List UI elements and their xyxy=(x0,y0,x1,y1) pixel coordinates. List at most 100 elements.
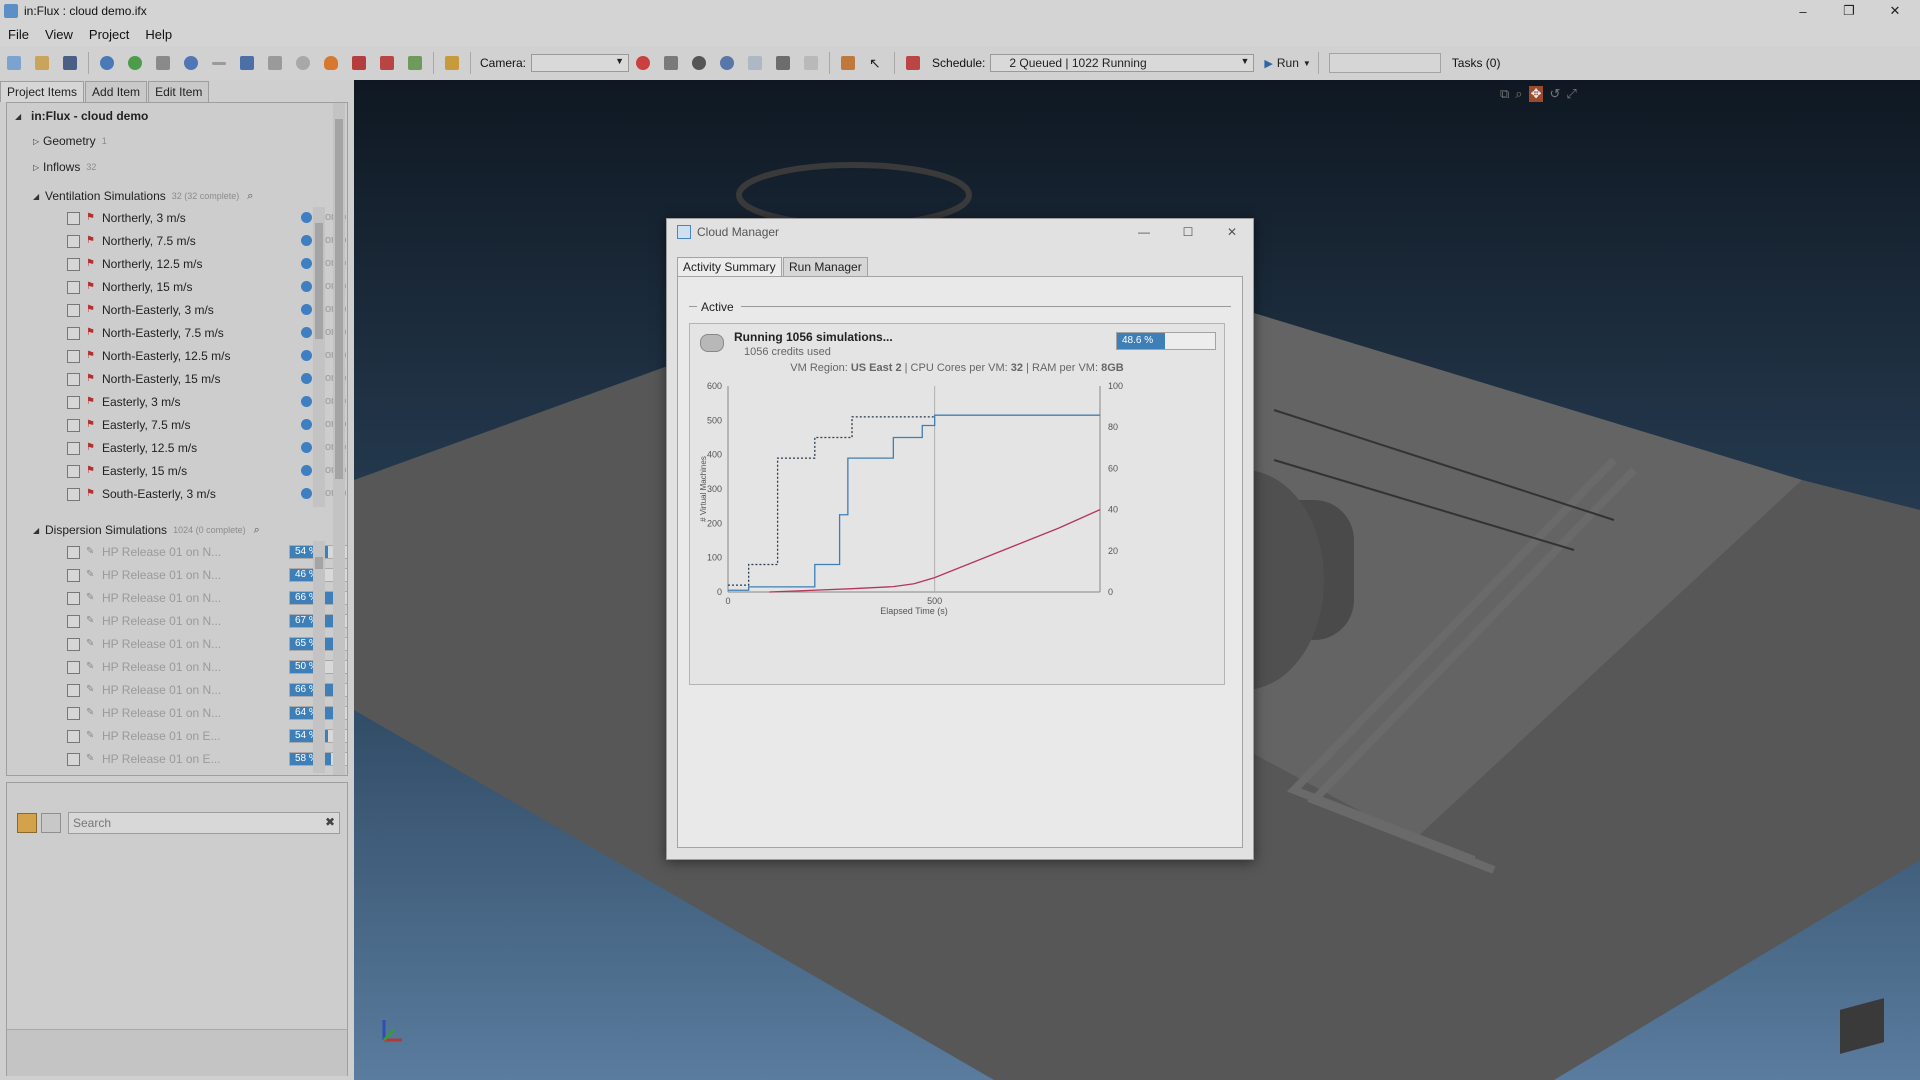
ventilation-scrollbar[interactable] xyxy=(313,207,325,507)
dispersion-item[interactable]: ✎ HP Release 01 on N... 54 % xyxy=(67,541,347,563)
ventilation-item[interactable]: ⚑North-Easterly, 3 m/sComplete xyxy=(67,299,347,321)
checkbox[interactable] xyxy=(67,752,80,766)
info-button[interactable] xyxy=(96,52,118,74)
dispersion-item[interactable]: ✎ HP Release 01 on N... 46 % xyxy=(67,564,347,586)
report-button[interactable] xyxy=(376,52,398,74)
scroll-thumb[interactable] xyxy=(315,557,323,569)
menu-file[interactable]: File xyxy=(0,27,37,42)
select-tool-button[interactable]: ↖ xyxy=(865,52,887,74)
chart-button[interactable] xyxy=(441,52,463,74)
run-button[interactable]: ▶ Run ▼ xyxy=(1264,52,1310,74)
clear-search-icon[interactable]: ✖ xyxy=(325,815,335,829)
checkbox[interactable] xyxy=(67,326,80,340)
layers-button[interactable] xyxy=(152,52,174,74)
checkbox[interactable] xyxy=(67,706,80,720)
equipment-button[interactable] xyxy=(264,52,286,74)
ventilation-item[interactable]: ⚑North-Easterly, 7.5 m/sComplete xyxy=(67,322,347,344)
ventilation-item[interactable]: ⚑Easterly, 7.5 m/sComplete xyxy=(67,414,347,436)
checkbox[interactable] xyxy=(67,349,80,363)
tab-add-item[interactable]: Add Item xyxy=(85,81,148,102)
checkbox[interactable] xyxy=(67,568,80,582)
panel-button[interactable] xyxy=(800,52,822,74)
fire-button[interactable] xyxy=(320,52,342,74)
tasks-menu[interactable]: Tasks (0) xyxy=(1452,56,1501,70)
checkbox[interactable] xyxy=(67,441,80,455)
checkbox[interactable] xyxy=(67,545,80,559)
menu-project[interactable]: Project xyxy=(81,27,137,42)
line-button[interactable] xyxy=(208,52,230,74)
ventilation-item[interactable]: ⚑Northerly, 7.5 m/sComplete xyxy=(67,230,347,252)
checkbox[interactable] xyxy=(67,660,80,674)
dialog-maximize-button[interactable]: ☐ xyxy=(1173,221,1203,243)
scroll-thumb[interactable] xyxy=(315,223,323,339)
minimize-button[interactable]: – xyxy=(1780,0,1826,22)
ventilation-item[interactable]: ⚑North-Easterly, 15 m/sComplete xyxy=(67,368,347,390)
dispersion-item[interactable]: ✎ HP Release 01 on N... 50 % xyxy=(67,656,347,678)
search-icon[interactable]: ⌕ xyxy=(254,524,260,537)
release-button[interactable] xyxy=(348,52,370,74)
menu-help[interactable]: Help xyxy=(137,27,180,42)
checkbox[interactable] xyxy=(67,211,80,225)
fit-view-button[interactable] xyxy=(716,52,738,74)
camera-select[interactable]: ▼ xyxy=(531,54,630,72)
pan-icon[interactable]: ✥ xyxy=(1528,86,1544,102)
search-input[interactable]: Search ✖ xyxy=(68,812,340,834)
checkbox[interactable] xyxy=(67,614,80,628)
dispersion-scrollbar[interactable] xyxy=(313,541,325,773)
ventilation-item[interactable]: ⚑Northerly, 3 m/sComplete xyxy=(67,207,347,229)
checkbox[interactable] xyxy=(67,591,80,605)
checkbox[interactable] xyxy=(67,487,80,501)
checkbox[interactable] xyxy=(67,418,80,432)
cloud-button[interactable] xyxy=(292,52,314,74)
tree-root[interactable]: ◢ in:Flux - cloud demo xyxy=(15,105,148,127)
ventilation-item[interactable]: ⚑Easterly, 15 m/sComplete xyxy=(67,460,347,482)
ventilation-item[interactable]: ⚑Northerly, 15 m/sComplete xyxy=(67,276,347,298)
dispersion-item[interactable]: ✎ HP Release 01 on N... 64 % xyxy=(67,702,347,724)
schedule-icon-button[interactable] xyxy=(902,52,924,74)
dispersion-item[interactable]: ✎ HP Release 01 on E... 54 % xyxy=(67,725,347,747)
transfer-button[interactable] xyxy=(837,52,859,74)
checkbox[interactable] xyxy=(67,464,80,478)
checkbox[interactable] xyxy=(67,303,80,317)
dispersion-item[interactable]: ✎ HP Release 01 on N... 66 % xyxy=(67,679,347,701)
dispersion-item[interactable]: ✎ HP Release 01 on N... 65 % xyxy=(67,633,347,655)
list-view-icon[interactable] xyxy=(17,813,37,833)
grid-button[interactable] xyxy=(772,52,794,74)
checkbox[interactable] xyxy=(67,234,80,248)
scroll-thumb[interactable] xyxy=(335,119,343,479)
delete-camera-button[interactable] xyxy=(632,52,654,74)
ventilation-item[interactable]: ⚑South-Easterly, 3 m/sComplete xyxy=(67,483,347,505)
checkbox[interactable] xyxy=(67,637,80,651)
search-icon[interactable]: ⌕ xyxy=(247,190,253,203)
zoom-region-icon[interactable]: ⧉ xyxy=(1500,86,1509,102)
tree-item-dispersion[interactable]: ◢ Dispersion Simulations 1024 (0 complet… xyxy=(33,519,260,541)
ventilation-item[interactable]: ⚑Easterly, 3 m/sComplete xyxy=(67,391,347,413)
zoom-icon[interactable]: ⌕ xyxy=(1515,86,1522,102)
checkbox[interactable] xyxy=(67,372,80,386)
save-button[interactable] xyxy=(59,52,81,74)
tree-view-icon[interactable] xyxy=(41,813,61,833)
export-button[interactable] xyxy=(404,52,426,74)
target-button[interactable] xyxy=(180,52,202,74)
tree-item-inflows[interactable]: ▷ Inflows 32 xyxy=(33,156,96,178)
checkbox[interactable] xyxy=(67,395,80,409)
schedule-select[interactable]: 2 Queued | 1022 Running ▼ xyxy=(990,54,1255,72)
ventilation-item[interactable]: ⚑Easterly, 12.5 m/sComplete xyxy=(67,437,347,459)
dispersion-item[interactable]: ✎ HP Release 01 on E... 58 % xyxy=(67,748,347,770)
add-geometry-button[interactable] xyxy=(124,52,146,74)
fullscreen-icon[interactable]: ⤢ xyxy=(1566,86,1576,102)
maximize-button[interactable]: ❐ xyxy=(1826,0,1872,22)
checkbox[interactable] xyxy=(67,683,80,697)
box-button[interactable] xyxy=(236,52,258,74)
ventilation-item[interactable]: ⚑Northerly, 12.5 m/sComplete xyxy=(67,253,347,275)
tree-scrollbar[interactable] xyxy=(333,103,345,775)
checkbox[interactable] xyxy=(67,257,80,271)
dialog-minimize-button[interactable]: — xyxy=(1129,221,1159,243)
tab-project-items[interactable]: Project Items xyxy=(0,81,85,102)
dialog-close-button[interactable]: ✕ xyxy=(1217,221,1247,243)
tree-item-ventilation[interactable]: ◢ Ventilation Simulations 32 (32 complet… xyxy=(33,185,253,207)
tree-item-geometry[interactable]: ▷ Geometry 1 xyxy=(33,130,107,152)
checkbox[interactable] xyxy=(67,729,80,743)
close-button[interactable]: ✕ xyxy=(1872,0,1918,22)
camera-button[interactable] xyxy=(660,52,682,74)
